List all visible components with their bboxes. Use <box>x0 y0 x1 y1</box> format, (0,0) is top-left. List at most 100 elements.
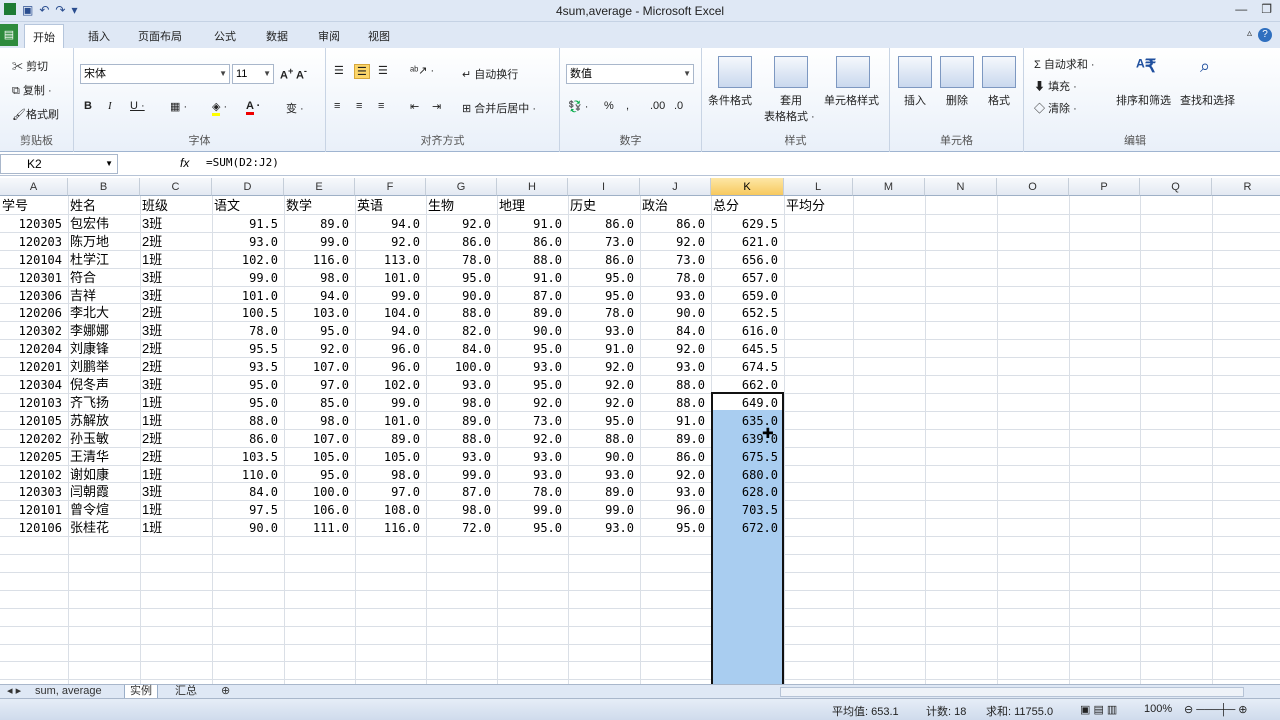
data-cell[interactable]: 78.0 <box>568 304 640 322</box>
data-cell[interactable]: 120304 <box>0 376 68 394</box>
align-left-button[interactable]: ≡ <box>334 100 340 112</box>
data-cell[interactable]: 1班 <box>140 251 212 269</box>
data-cell[interactable]: 89.0 <box>426 412 497 430</box>
tab-review[interactable]: 审阅 <box>318 28 340 44</box>
data-cell[interactable]: 95.0 <box>284 466 355 484</box>
ribbon-collapse-icon[interactable]: ▵ <box>1247 28 1252 42</box>
wrap-text-button[interactable]: ↵ 自动换行 <box>462 66 518 82</box>
data-cell[interactable]: 88.0 <box>426 304 497 322</box>
data-cell[interactable]: 90.0 <box>640 304 711 322</box>
format-painter-button[interactable]: 🖌格式刷 <box>12 106 59 122</box>
data-cell[interactable]: 93.0 <box>640 287 711 305</box>
data-cell[interactable]: 95.5 <box>212 340 284 358</box>
data-cell[interactable]: 95.0 <box>497 519 568 537</box>
data-cell[interactable]: 王清华 <box>68 448 140 466</box>
data-cell[interactable]: 85.0 <box>284 394 355 412</box>
total-cell[interactable]: 657.0 <box>711 269 784 287</box>
data-cell[interactable]: 93.0 <box>568 466 640 484</box>
column-header-c[interactable]: C <box>140 178 212 196</box>
data-cell[interactable]: 86.0 <box>212 430 284 448</box>
data-cell[interactable]: 89.0 <box>497 304 568 322</box>
data-cell[interactable]: 95.0 <box>497 376 568 394</box>
data-cell[interactable]: 120205 <box>0 448 68 466</box>
data-cell[interactable]: 2班 <box>140 233 212 251</box>
data-cell[interactable]: 91.0 <box>568 340 640 358</box>
data-cell[interactable]: 120302 <box>0 322 68 340</box>
data-cell[interactable]: 陈万地 <box>68 233 140 251</box>
autosum-button[interactable]: Σ 自动求和 · <box>1034 56 1095 72</box>
insert-function-button[interactable]: fx <box>180 156 189 170</box>
data-cell[interactable]: 89.0 <box>640 430 711 448</box>
total-cell[interactable]: 649.0 <box>711 394 784 412</box>
data-cell[interactable]: 103.5 <box>212 448 284 466</box>
indent-decrease-button[interactable]: ⇤ <box>410 100 419 113</box>
data-cell[interactable]: 杜学江 <box>68 251 140 269</box>
data-cell[interactable]: 94.0 <box>355 322 426 340</box>
data-cell[interactable]: 89.0 <box>284 215 355 233</box>
data-cell[interactable]: 120305 <box>0 215 68 233</box>
conditional-format-button[interactable]: 条件格式 <box>708 92 752 108</box>
font-color-button[interactable]: A · <box>246 100 260 115</box>
data-cell[interactable]: 99.0 <box>497 501 568 519</box>
data-cell[interactable]: 92.0 <box>497 430 568 448</box>
column-header-i[interactable]: I <box>568 178 640 196</box>
data-cell[interactable]: 120105 <box>0 412 68 430</box>
data-cell[interactable]: 102.0 <box>355 376 426 394</box>
data-cell[interactable]: 93.0 <box>426 376 497 394</box>
data-cell[interactable]: 93.0 <box>568 322 640 340</box>
data-cell[interactable]: 1班 <box>140 394 212 412</box>
data-cell[interactable]: 95.0 <box>212 376 284 394</box>
column-header-g[interactable]: G <box>426 178 497 196</box>
zoom-level[interactable]: 100% <box>1144 703 1172 715</box>
data-cell[interactable]: 95.0 <box>284 322 355 340</box>
align-center-button[interactable]: ≡ <box>356 100 362 112</box>
data-cell[interactable]: 93.0 <box>426 448 497 466</box>
column-header-d[interactable]: D <box>212 178 284 196</box>
sheet-tab-summary[interactable]: 汇总 <box>170 685 202 699</box>
header-cell[interactable]: 班级 <box>140 197 212 215</box>
data-cell[interactable]: 73.0 <box>568 233 640 251</box>
data-cell[interactable]: 120202 <box>0 430 68 448</box>
data-cell[interactable]: 102.0 <box>212 251 284 269</box>
data-cell[interactable]: 84.0 <box>426 340 497 358</box>
data-cell[interactable]: 倪冬声 <box>68 376 140 394</box>
total-cell[interactable]: 662.0 <box>711 376 784 394</box>
data-cell[interactable]: 96.0 <box>640 501 711 519</box>
restore-icon[interactable]: ❐ <box>1261 2 1272 16</box>
data-cell[interactable]: 92.0 <box>355 233 426 251</box>
data-cell[interactable]: 78.0 <box>426 251 497 269</box>
data-cell[interactable]: 93.5 <box>212 358 284 376</box>
data-cell[interactable]: 84.0 <box>212 483 284 501</box>
column-header-r[interactable]: R <box>1212 178 1280 196</box>
data-cell[interactable]: 82.0 <box>426 322 497 340</box>
align-middle-button[interactable]: ☰ <box>354 64 370 79</box>
header-cell[interactable]: 政治 <box>640 197 711 215</box>
data-cell[interactable]: 78.0 <box>640 269 711 287</box>
sheet-tab-sum-average[interactable]: sum, average <box>30 685 107 699</box>
data-cell[interactable]: 1班 <box>140 466 212 484</box>
data-cell[interactable]: 100.0 <box>426 358 497 376</box>
column-header-f[interactable]: F <box>355 178 426 196</box>
data-cell[interactable]: 97.0 <box>355 483 426 501</box>
data-cell[interactable]: 107.0 <box>284 430 355 448</box>
data-cell[interactable]: 78.0 <box>497 483 568 501</box>
fill-color-button[interactable]: ◈ · <box>212 100 227 116</box>
data-cell[interactable]: 1班 <box>140 412 212 430</box>
header-cell[interactable]: 数学 <box>284 197 355 215</box>
data-cell[interactable]: 吉祥 <box>68 287 140 305</box>
data-cell[interactable]: 120104 <box>0 251 68 269</box>
header-cell[interactable]: 总分 <box>711 197 784 215</box>
data-cell[interactable]: 闫朝霞 <box>68 483 140 501</box>
data-cell[interactable]: 92.0 <box>497 394 568 412</box>
data-cell[interactable]: 98.0 <box>426 501 497 519</box>
data-cell[interactable]: 87.0 <box>426 483 497 501</box>
worksheet-grid[interactable]: ABCDEFGHIJKLMNOPQR 学号 姓名 班级 语文 数学 英语 生物 地理 历史 政治总… <box>0 178 1280 684</box>
column-header-h[interactable]: H <box>497 178 568 196</box>
data-cell[interactable]: 90.0 <box>568 448 640 466</box>
data-cell[interactable]: 99.0 <box>426 466 497 484</box>
cut-button[interactable]: ✂ 剪切 <box>12 58 48 74</box>
data-cell[interactable]: 78.0 <box>212 322 284 340</box>
tab-insert[interactable]: 插入 <box>88 28 110 44</box>
data-cell[interactable]: 120306 <box>0 287 68 305</box>
data-cell[interactable]: 72.0 <box>426 519 497 537</box>
